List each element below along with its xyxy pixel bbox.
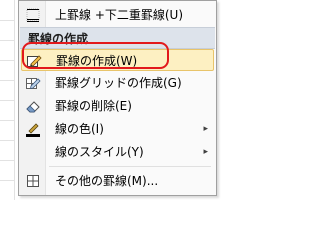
menu-item-label: 罫線グリッドの作成(G): [55, 76, 182, 90]
menu-item-more-borders[interactable]: その他の罫線(M)...: [21, 170, 214, 192]
row-gridline: [0, 80, 14, 81]
eraser-icon: [25, 98, 41, 114]
menu-item-label: 罫線の作成(W): [56, 54, 138, 68]
menu-separator: [49, 166, 211, 167]
pencil-draw-grid-icon: [25, 75, 41, 91]
menu-item-draw-border-grid[interactable]: 罫線グリッドの作成(G): [21, 72, 214, 94]
menu-item-top-double-bottom-border[interactable]: 上罫線 +下二重罫線(U): [21, 4, 214, 26]
line-color-icon: [25, 121, 41, 137]
menu-item-line-style[interactable]: 線のスタイル(Y) ▸: [21, 141, 214, 163]
menu-item-label: 上罫線 +下二重罫線(U): [55, 8, 184, 22]
borders-dropdown-menu: 上罫線 +下二重罫線(U) 罫線の作成 罫線の作成(W) 罫線グリッドの作成(G…: [18, 0, 217, 196]
row-gridline: [0, 60, 14, 61]
more-borders-grid-icon: [25, 173, 41, 189]
row-gridline: [0, 180, 14, 181]
column-gridline: [14, 0, 15, 200]
menu-item-draw-border[interactable]: 罫線の作成(W): [21, 49, 214, 71]
row-gridline: [0, 100, 14, 101]
pencil-draw-border-icon: [26, 53, 42, 69]
row-gridline: [0, 140, 14, 141]
row-gridline: [0, 120, 14, 121]
row-gridline: [0, 20, 14, 21]
menu-item-line-color[interactable]: 線の色(I) ▸: [21, 118, 214, 140]
border-top-double-bottom-icon: [25, 7, 41, 23]
submenu-arrow-icon: ▸: [203, 147, 208, 157]
section-header-draw-borders: 罫線の作成: [20, 27, 215, 49]
menu-item-label: 線のスタイル(Y): [55, 145, 144, 159]
row-gridline: [0, 160, 14, 161]
menu-item-label: 罫線の削除(E): [55, 99, 132, 113]
section-header-label: 罫線の作成: [28, 32, 89, 46]
menu-item-erase-border[interactable]: 罫線の削除(E): [21, 95, 214, 117]
submenu-arrow-icon: ▸: [203, 124, 208, 134]
row-gridline: [0, 40, 14, 41]
menu-item-label: その他の罫線(M)...: [55, 174, 159, 188]
menu-item-label: 線の色(I): [55, 122, 104, 136]
